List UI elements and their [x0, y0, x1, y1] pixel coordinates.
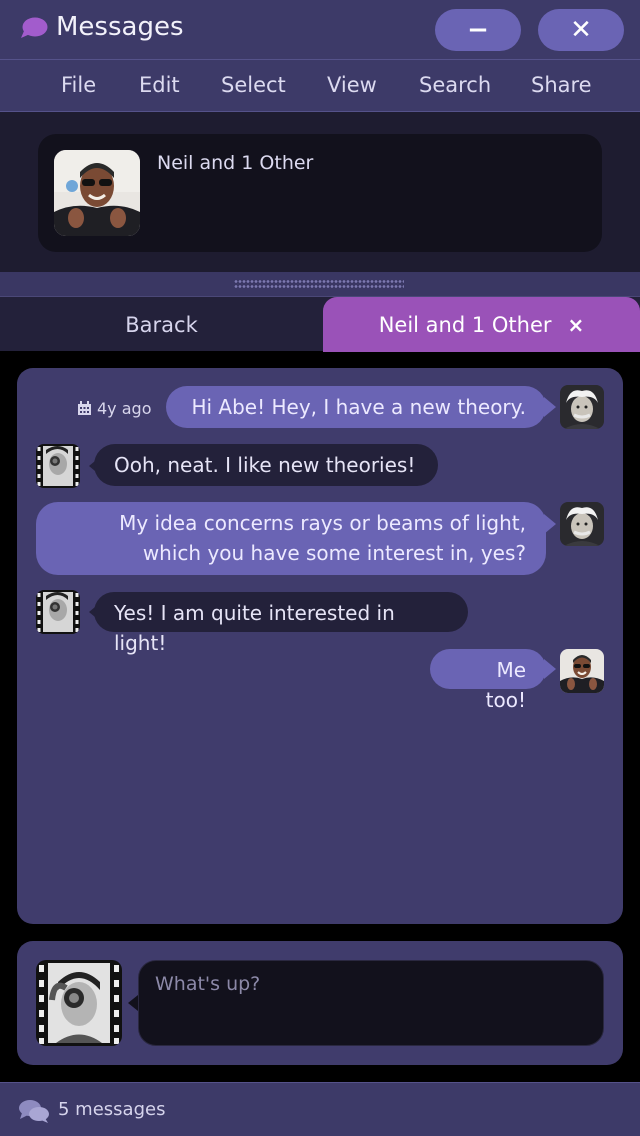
message-bubble-outgoing[interactable]: My idea concerns rays or beams of light,…	[36, 502, 546, 575]
message-text: Hi Abe! Hey, I have a new theory.	[191, 395, 526, 419]
conversation-name: Neil and 1 Other	[157, 152, 314, 174]
close-icon: ✕	[570, 15, 592, 45]
pane-splitter[interactable]	[0, 272, 640, 296]
message-timestamp: 4y ago	[77, 399, 151, 418]
tab-barack[interactable]: Barack	[0, 297, 323, 352]
neil-avatar	[54, 150, 140, 236]
message-text: Ooh, neat. I like new theories!	[114, 453, 416, 477]
menu-select[interactable]: Select	[221, 73, 286, 97]
drag-handle-icon[interactable]	[234, 279, 404, 289]
bubble-tail	[544, 514, 556, 534]
message-composer	[17, 941, 623, 1065]
einstein-avatar	[560, 385, 604, 429]
input-tail	[128, 995, 138, 1011]
timestamp-text: 4y ago	[97, 399, 152, 418]
message-count: 5 messages	[58, 1099, 166, 1120]
message-input[interactable]	[138, 960, 604, 1046]
minimize-icon: −	[467, 15, 489, 45]
einstein-avatar	[560, 502, 604, 546]
abe-avatar	[36, 444, 80, 488]
message-text: Yes! I am quite interested in light!	[114, 601, 395, 655]
status-bar: 5 messages	[0, 1082, 640, 1136]
minimize-button[interactable]: −	[435, 9, 521, 51]
user-avatar	[36, 960, 122, 1046]
close-tab-icon[interactable]: ×	[568, 313, 585, 337]
menu-edit[interactable]: Edit	[139, 73, 180, 97]
message-bubble-outgoing[interactable]: Hi Abe! Hey, I have a new theory.	[166, 386, 546, 428]
app-title: Messages	[56, 12, 184, 42]
message-text: Me too!	[485, 658, 526, 712]
neil-avatar	[560, 649, 604, 693]
message-bubble-incoming[interactable]: Yes! I am quite interested in light!	[94, 592, 468, 655]
chat-bubble-icon	[21, 17, 48, 38]
bubble-tail	[544, 397, 556, 417]
conversation-list: Neil and 1 Other	[0, 112, 640, 272]
title-bar: Messages − ✕	[0, 0, 640, 59]
tab-label: Neil and 1 Other	[378, 312, 552, 337]
menu-file[interactable]: File	[61, 73, 96, 97]
message-bubble-outgoing[interactable]: Me too!	[430, 649, 546, 712]
calendar-icon	[78, 401, 91, 415]
chat-bubbles-icon	[19, 1100, 49, 1123]
message-text: My idea concerns rays or beams of light,…	[119, 511, 526, 565]
tab-neil-and-1-other[interactable]: Neil and 1 Other ×	[323, 297, 640, 352]
menu-view[interactable]: View	[327, 73, 377, 97]
menu-bar: File Edit Select View Search Share	[0, 59, 640, 112]
tab-label: Barack	[125, 312, 198, 337]
message-bubble-incoming[interactable]: Ooh, neat. I like new theories!	[94, 444, 438, 486]
conversation-item[interactable]: Neil and 1 Other	[38, 134, 602, 252]
chat-panel[interactable]: 4y ago Hi Abe! Hey, I have a new theory.…	[17, 368, 623, 924]
abe-avatar	[36, 590, 80, 634]
close-window-button[interactable]: ✕	[538, 9, 624, 51]
bubble-tail	[544, 659, 556, 679]
menu-share[interactable]: Share	[531, 73, 592, 97]
tab-bar: Barack Neil and 1 Other ×	[0, 296, 640, 352]
menu-search[interactable]: Search	[419, 73, 491, 97]
